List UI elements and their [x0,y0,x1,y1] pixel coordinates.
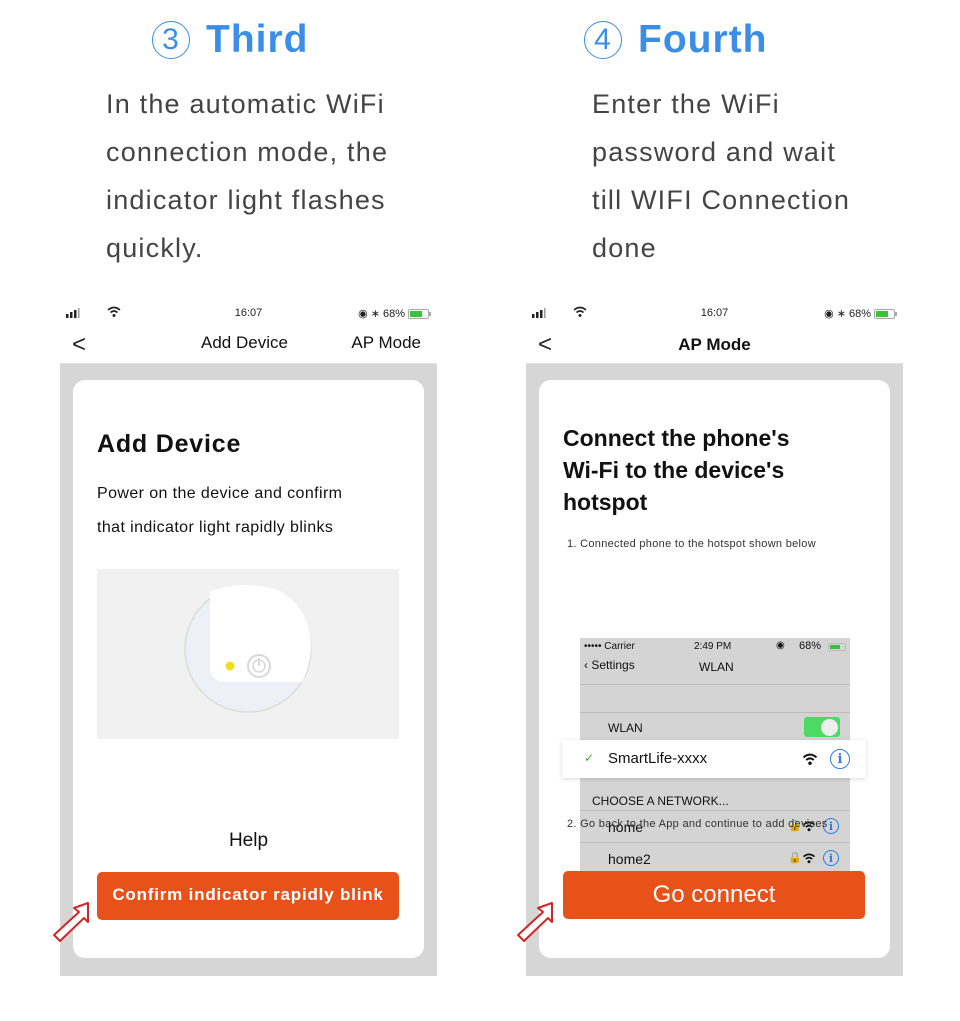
ios-time: 2:49 PM [694,641,732,652]
battery-percent: 68% [382,307,405,320]
lock-icon: 🔒 [788,852,802,864]
description-line: indicator light flashes [106,185,386,215]
battery-fill [410,310,422,317]
selected-network-name: SmartLife-xxxx [608,750,708,767]
network-name: home2 [608,851,651,867]
ios-wlan-label: WLAN [608,721,643,735]
card-heading: Add Device [97,430,242,458]
instruction-1: 1. Connected phone to the hotspot shown … [567,538,816,550]
confirm-blink-button[interactable]: Confirm indicator rapidly blink [97,872,399,920]
status-right: ◉ ∗ 68% [824,307,897,320]
nav-bar: < AP Mode [526,325,903,364]
ios-section-header: CHOOSE A NETWORK... [592,794,729,808]
card-heading: Connect the phone's Wi-Fi to the device'… [563,422,790,518]
pointer-arrow-icon [53,902,89,942]
location-icon: ◉ [358,308,368,320]
step-4-description: Enter the WiFi password and wait till WI… [592,80,850,272]
battery-fill [876,310,888,317]
nav-title: AP Mode [678,335,751,354]
help-link[interactable]: Help [73,830,424,852]
ios-spacer [580,684,850,713]
step-number-badge: 4 [584,21,622,59]
ap-mode-link[interactable]: AP Mode [351,333,421,353]
description-line: Enter the WiFi [592,89,780,119]
nav-bar: < Add Device AP Mode [60,325,437,364]
device-indicator-illustration [184,585,312,713]
wifi-icon [802,753,818,766]
step-4-title: 4 Fourth [584,18,767,62]
bluetooth-icon: ∗ [370,308,380,320]
instruction-2: 2. Go back to the App and continue to ad… [567,818,828,830]
ios-battery-icon [828,643,846,651]
description-line: till WIFI Connection [592,185,851,215]
description-line: done [592,233,657,263]
ios-battery: 68% [799,640,822,652]
pointer-arrow-icon [517,902,553,942]
ios-location-icon: ◉ [776,640,785,651]
description-line: In the automatic WiFi [106,89,385,119]
go-connect-button[interactable]: Go connect [563,871,865,919]
step-number-badge: 3 [152,21,190,59]
description-line: connection mode, the [106,137,389,167]
battery-percent: 68% [848,307,871,320]
heading-line: Connect the phone's [563,425,790,451]
add-device-card: Add Device Power on the device and confi… [73,380,424,958]
checkmark-icon: ✓ [584,751,595,765]
ap-mode-card: Connect the phone's Wi-Fi to the device'… [539,380,890,958]
wlan-toggle[interactable] [804,717,840,737]
back-chevron-icon[interactable]: < [72,331,86,359]
phone-screen-add-device: 16:07 ◉ ∗ 68% < Add Device AP Mode Add D… [53,303,437,976]
battery-icon [408,308,431,319]
ios-wlan-row: WLAN [580,712,850,741]
location-icon: ◉ [824,308,834,320]
step-title-text: Third [206,18,309,61]
description-line: quickly. [106,233,204,263]
selected-network-row[interactable]: ✓ SmartLife-xxxx i [562,740,866,778]
step-3-title: 3 Third [152,18,308,62]
phone-screen-ap-mode: 16:07 ◉ ∗ 68% < AP Mode Connect the phon… [517,303,903,976]
wifi-icon [802,853,816,864]
nav-title: Add Device [201,333,288,352]
heading-line: hotspot [563,489,648,515]
status-bar: 16:07 ◉ ∗ 68% [526,303,903,325]
heading-line: Wi-Fi to the device's [563,457,785,483]
bluetooth-icon: ∗ [836,308,846,320]
ios-carrier: ••••• Carrier [584,641,635,652]
indicator-light [225,661,235,671]
info-icon[interactable]: i [830,749,850,769]
status-bar: 16:07 ◉ ∗ 68% [60,303,437,325]
description-line: that indicator light rapidly blinks [97,519,334,536]
step-title-text: Fourth [638,18,768,61]
status-right: ◉ ∗ 68% [358,307,431,320]
ios-back-settings[interactable]: ‹ Settings [584,658,635,672]
ios-wifi-settings-screenshot: ••••• Carrier 2:49 PM ◉ 68% ‹ Settings W… [562,638,866,874]
ios-status-bar: ••••• Carrier 2:49 PM ◉ 68% [580,638,850,656]
device-illustration [97,569,399,739]
description-line: password and wait [592,137,837,167]
step-3-description: In the automatic WiFi connection mode, t… [106,80,388,272]
ios-back-label: Settings [591,658,635,672]
battery-icon [874,308,897,319]
info-icon[interactable]: i [823,850,839,866]
card-description: Power on the device and confirm that ind… [97,477,342,545]
ios-title: WLAN [699,660,734,674]
description-line: Power on the device and confirm [97,485,343,502]
